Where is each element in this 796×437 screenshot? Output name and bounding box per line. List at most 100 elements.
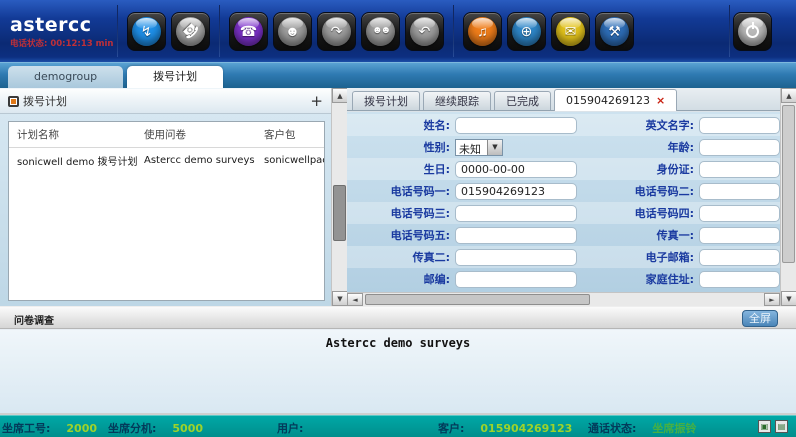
tab-customer-number[interactable]: 015904269123× bbox=[554, 89, 677, 111]
field-label: 家庭住址: bbox=[582, 271, 694, 287]
app-header: astercc 电话状态: 00:12:13 min ↯ ☎ ☎ ☻ ↷ ☻☻ bbox=[0, 0, 796, 62]
plan-table: 计划名称 使用问卷 客户包 sonicwell demo 拨号计划 Asterc… bbox=[8, 121, 325, 301]
call-state-value: 坐席振铃 bbox=[652, 422, 696, 435]
field-label: 生日: bbox=[347, 161, 450, 177]
toolbar-group-actions: ☎ ☻ ↷ ☻☻ ↶ bbox=[223, 12, 450, 51]
status-bar: 坐席工号:2000 坐席分机:5000 用户: 客户:015904269123 … bbox=[0, 415, 796, 437]
birthday-input[interactable] bbox=[455, 161, 577, 178]
form-horizontal-scrollbar[interactable]: ◄ ► bbox=[347, 292, 780, 306]
tab-dialplan-list[interactable]: 拨号计划 bbox=[352, 91, 420, 110]
customer-icon[interactable]: ☻ bbox=[273, 12, 312, 51]
dialplan-panel: 拨号计划 + 计划名称 使用问卷 客户包 sonicwell demo 拨号计划… bbox=[0, 88, 331, 306]
tab-completed[interactable]: 已完成 bbox=[494, 91, 551, 110]
field-label: 年龄: bbox=[582, 139, 694, 155]
agent-id-status: 坐席工号:2000 bbox=[2, 420, 97, 436]
fullscreen-button[interactable]: 全屏 bbox=[742, 310, 778, 327]
field-label: 电话号码四: bbox=[582, 205, 694, 221]
idcard-input[interactable] bbox=[699, 161, 780, 178]
dial-call-icon[interactable]: ☎ bbox=[229, 12, 268, 51]
user-status: 用户: bbox=[277, 420, 319, 436]
tab-demogroup[interactable]: demogroup bbox=[8, 66, 123, 88]
tab-dialplan[interactable]: 拨号计划 bbox=[127, 66, 223, 88]
field-label: 传真一: bbox=[582, 227, 694, 243]
status-tray: ▣ ▤ bbox=[758, 420, 788, 433]
toolbar-separator bbox=[117, 5, 118, 57]
email-input[interactable] bbox=[699, 249, 780, 266]
agent-extension-value: 5000 bbox=[172, 422, 203, 435]
customer-value: 015904269123 bbox=[480, 422, 572, 435]
phone-status-text: 电话状态: 00:12:13 min bbox=[10, 37, 114, 49]
customer-form: 姓名: 英文名字: 性别: 未知 ▼ 年龄: 生日: bbox=[347, 112, 780, 292]
main-area: 拨号计划 + 计划名称 使用问卷 客户包 sonicwell demo 拨号计划… bbox=[0, 88, 796, 306]
power-icon[interactable] bbox=[733, 12, 772, 51]
field-label: 姓名: bbox=[347, 117, 450, 133]
scrollbar-thumb[interactable] bbox=[782, 105, 795, 263]
cell-customer-pack: sonicwellpack bbox=[260, 155, 324, 166]
panel-title: 拨号计划 bbox=[23, 93, 67, 109]
cell-survey: Astercc demo surveys bbox=[140, 155, 260, 166]
email-icon[interactable]: ✉ bbox=[551, 12, 590, 51]
phone2-input[interactable] bbox=[699, 183, 780, 200]
form-vertical-scrollbar[interactable]: ▲ ▼ bbox=[780, 88, 796, 306]
address-input[interactable] bbox=[699, 271, 780, 288]
scroll-left-icon[interactable]: ◄ bbox=[347, 293, 363, 306]
agent-extension-status: 坐席分机:5000 bbox=[108, 420, 203, 436]
agent-id-value: 2000 bbox=[66, 422, 97, 435]
phone5-input[interactable] bbox=[455, 227, 577, 244]
table-row[interactable]: sonicwell demo 拨号计划 Astercc demo surveys… bbox=[9, 148, 324, 172]
toolbar-group-media: ♫ ⊕ ✉ ⚒ bbox=[457, 12, 640, 51]
fax1-input[interactable] bbox=[699, 227, 780, 244]
survey-bar: 问卷调查 全屏 bbox=[0, 306, 796, 329]
hangup-phone-icon[interactable]: ☎ bbox=[171, 12, 210, 51]
field-label: 英文名字: bbox=[582, 117, 694, 133]
close-tab-icon[interactable]: × bbox=[656, 94, 665, 107]
dialplan-panel-header: 拨号计划 + bbox=[0, 89, 331, 114]
phone1-input[interactable] bbox=[455, 183, 577, 200]
english-name-input[interactable] bbox=[699, 117, 780, 134]
app-logo: astercc bbox=[10, 14, 114, 36]
survey-name: Astercc demo surveys bbox=[0, 330, 796, 350]
name-input[interactable] bbox=[455, 117, 577, 134]
field-label: 性别: bbox=[347, 139, 450, 155]
scroll-up-icon[interactable]: ▲ bbox=[332, 88, 348, 103]
scrollbar-thumb[interactable] bbox=[365, 294, 590, 305]
phone4-input[interactable] bbox=[699, 205, 780, 222]
tab-follow-up[interactable]: 继续跟踪 bbox=[423, 91, 491, 110]
phone3-input[interactable] bbox=[455, 205, 577, 222]
scroll-right-icon[interactable]: ► bbox=[764, 293, 780, 306]
scroll-down-icon[interactable]: ▼ bbox=[332, 291, 348, 306]
conference-icon[interactable]: ☻☻ bbox=[361, 12, 400, 51]
web-icon[interactable]: ⊕ bbox=[507, 12, 546, 51]
field-label: 身份证: bbox=[582, 161, 694, 177]
logo-block: astercc 电话状态: 00:12:13 min bbox=[0, 14, 114, 49]
transfer-icon[interactable]: ↷ bbox=[317, 12, 356, 51]
scroll-up-icon[interactable]: ▲ bbox=[781, 88, 796, 103]
plan-table-header: 计划名称 使用问卷 客户包 bbox=[9, 122, 324, 148]
add-plan-button[interactable]: + bbox=[310, 94, 323, 109]
zipcode-input[interactable] bbox=[455, 271, 577, 288]
popup-window-icon[interactable]: ▣ bbox=[758, 420, 771, 433]
fax2-input[interactable] bbox=[455, 249, 577, 266]
sound-icon[interactable]: ♫ bbox=[463, 12, 502, 51]
agent-status-icon[interactable]: ↯ bbox=[127, 12, 166, 51]
toolbar-separator bbox=[729, 5, 730, 57]
col-customer-pack: 客户包 bbox=[260, 127, 324, 142]
plan-panel-icon bbox=[8, 96, 19, 107]
tools-icon[interactable]: ⚒ bbox=[595, 12, 634, 51]
left-panel-scrollbar[interactable]: ▲ ▼ bbox=[331, 88, 347, 306]
field-label: 邮编: bbox=[347, 271, 450, 287]
survey-content: Astercc demo surveys bbox=[0, 330, 796, 415]
toolbar-group-call: ↯ ☎ bbox=[121, 12, 216, 51]
chevron-down-icon[interactable]: ▼ bbox=[487, 140, 502, 155]
field-label: 电话号码一: bbox=[347, 183, 450, 199]
age-input[interactable] bbox=[699, 139, 780, 156]
customer-panel: 拨号计划 继续跟踪 已完成 015904269123× 姓名: 英文名字: 性别… bbox=[347, 88, 780, 306]
scroll-down-icon[interactable]: ▼ bbox=[781, 291, 796, 306]
return-call-icon[interactable]: ↶ bbox=[405, 12, 444, 51]
customer-tab-bar: 拨号计划 继续跟踪 已完成 015904269123× bbox=[347, 88, 780, 111]
scrollbar-thumb[interactable] bbox=[333, 185, 346, 241]
field-label: 电话号码二: bbox=[582, 183, 694, 199]
gender-select[interactable]: 未知 ▼ bbox=[455, 139, 503, 156]
toolbar-separator bbox=[219, 5, 220, 57]
record-icon[interactable]: ▤ bbox=[775, 420, 788, 433]
